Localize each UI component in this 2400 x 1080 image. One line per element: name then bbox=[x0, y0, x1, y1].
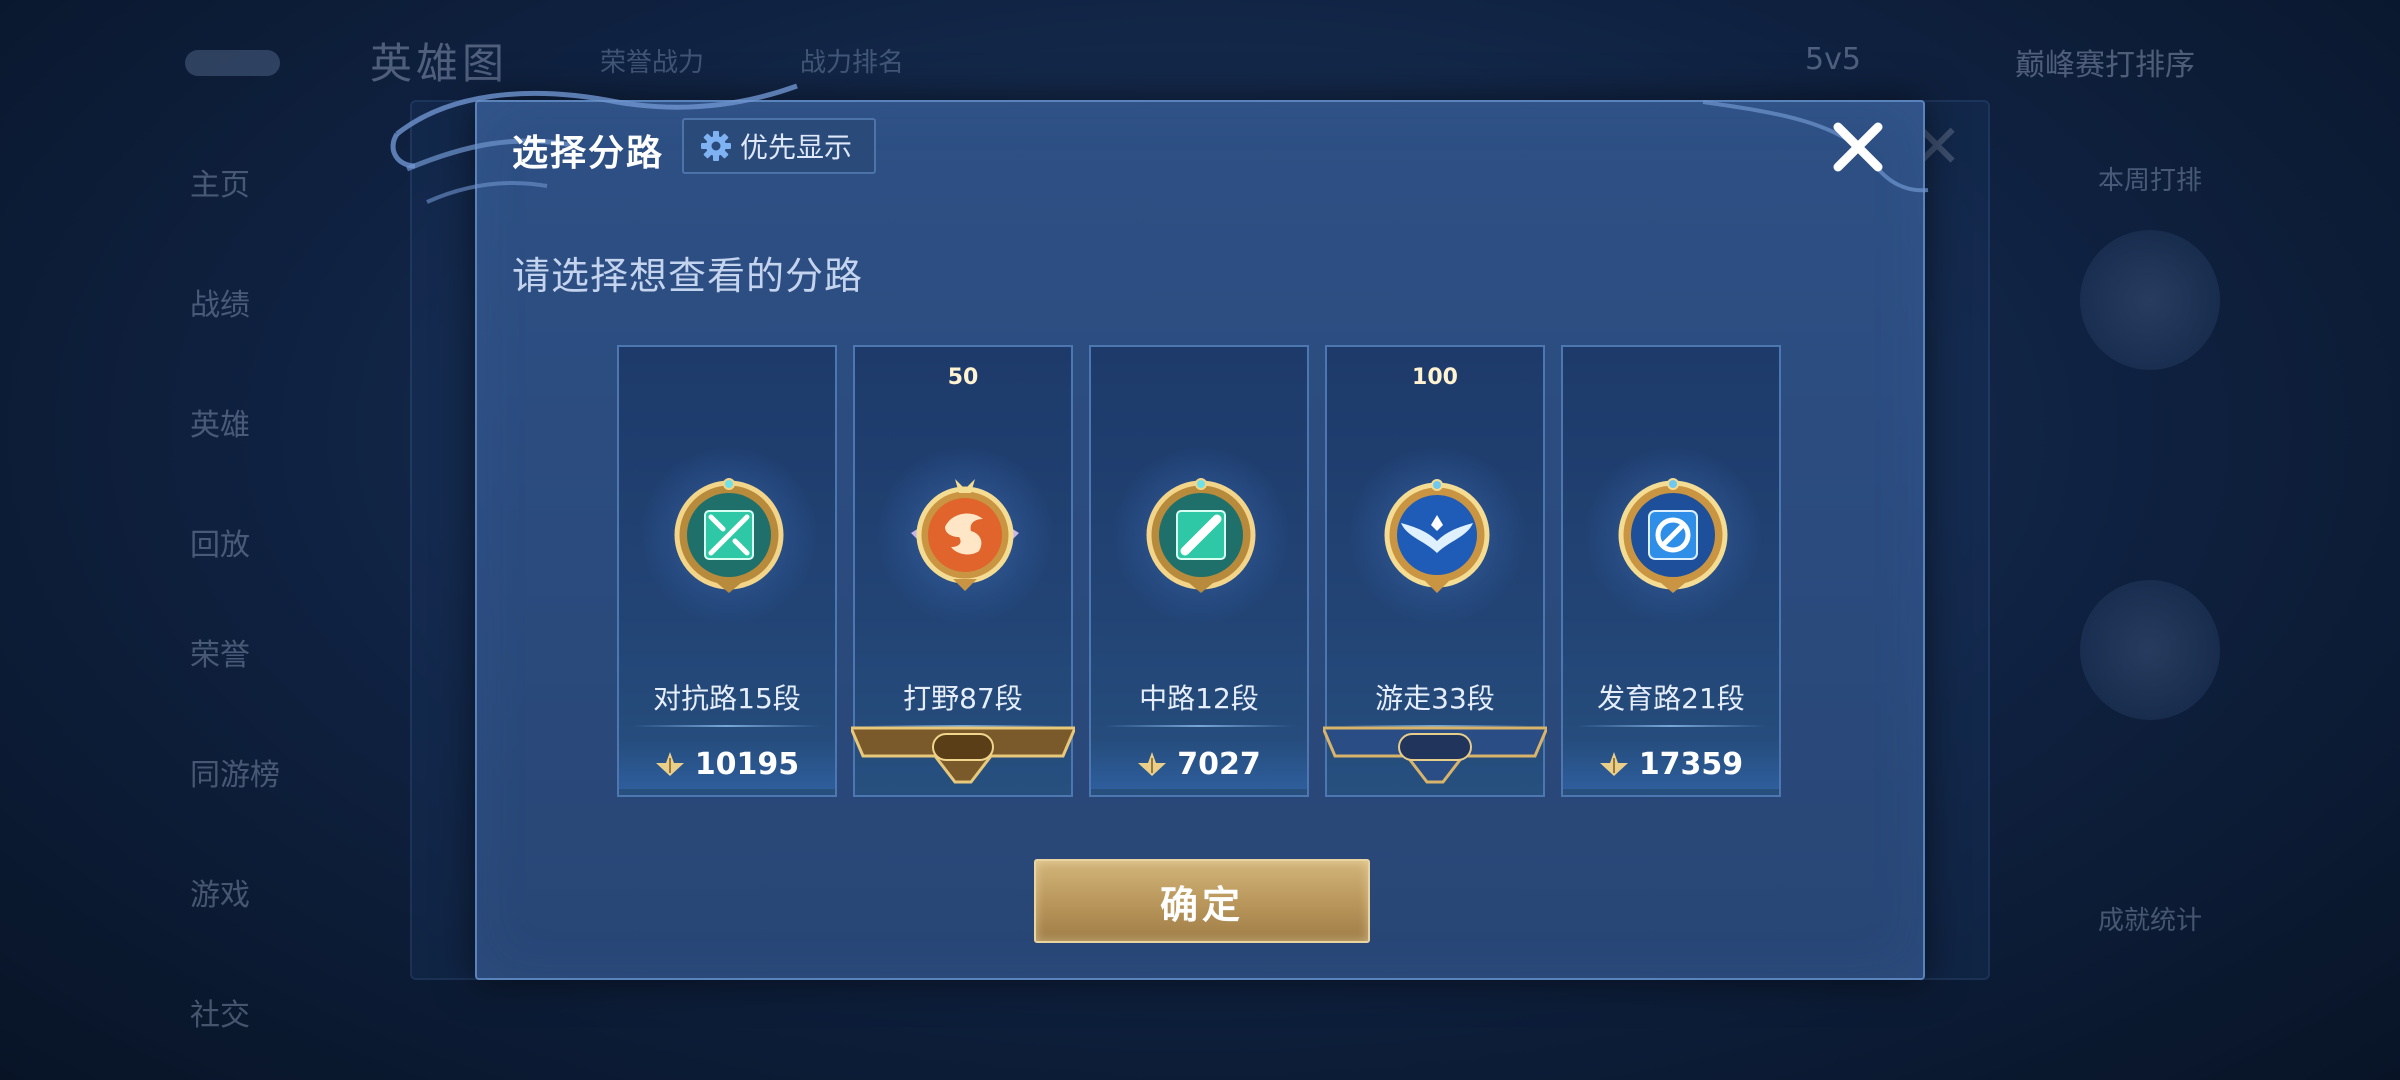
lane-card-jungle[interactable]: 打野87段 50 bbox=[851, 345, 1075, 797]
farm-lane-emblem-icon bbox=[1618, 478, 1728, 593]
blue-rank-banner bbox=[1323, 726, 1547, 784]
rank-banner-value: 100 bbox=[1412, 365, 1458, 390]
lane-score: 17359 bbox=[1563, 739, 1779, 789]
confirm-button[interactable]: 确定 bbox=[1034, 859, 1370, 943]
lane-name: 打野87段 bbox=[903, 682, 1023, 715]
background-region: 巅峰赛打排序 bbox=[2015, 48, 2195, 83]
lane-card-roam[interactable]: 游走33段 100 bbox=[1323, 345, 1547, 797]
background-sidebar-item: 荣誉 bbox=[190, 638, 250, 673]
lane-card-mid[interactable]: 中路12段 7027 bbox=[1089, 345, 1309, 797]
background-sidebar-item: 战绩 bbox=[190, 288, 250, 323]
mid-lane-emblem-icon bbox=[1146, 478, 1256, 593]
priority-display-button[interactable]: 优先显示 bbox=[682, 118, 877, 174]
background-medal-icon bbox=[2080, 580, 2220, 720]
background-medal-icon bbox=[2080, 230, 2220, 370]
roam-wings-emblem-icon bbox=[1384, 479, 1490, 593]
background-sidebar-item: 主页 bbox=[190, 168, 250, 203]
lane-divider bbox=[1105, 725, 1293, 727]
close-button[interactable] bbox=[1823, 112, 1893, 182]
background-sidebar-item: 同游榜 bbox=[190, 758, 280, 793]
lane-score-value: 7027 bbox=[1177, 746, 1261, 782]
lane-name: 中路12段 bbox=[1139, 682, 1259, 715]
background-right-label: 成就统计 bbox=[2097, 906, 2202, 936]
lane-name: 游走33段 bbox=[1375, 682, 1495, 715]
lane-divider bbox=[633, 725, 821, 727]
close-icon bbox=[1833, 122, 1883, 172]
background-right-label: 本周打排 bbox=[2097, 166, 2202, 196]
power-score-icon bbox=[1599, 752, 1628, 776]
power-score-icon bbox=[1138, 752, 1167, 776]
lane-score: 10195 bbox=[619, 739, 835, 789]
lane-card-clash[interactable]: 对抗路15段 10195 bbox=[617, 345, 837, 797]
clash-lane-emblem-icon bbox=[674, 478, 784, 593]
background-right-column: 本周打排 成就统计 bbox=[2020, 140, 2280, 1020]
back-pill bbox=[185, 50, 280, 76]
priority-display-label: 优先显示 bbox=[740, 131, 853, 164]
background-sidebar-item: 游戏 bbox=[190, 878, 250, 913]
background-sidebar-item: 社交 bbox=[190, 998, 250, 1033]
background-sidebar-item: 英雄 bbox=[190, 408, 250, 443]
background-sidebar-item: 回放 bbox=[190, 528, 250, 563]
lane-score: 7027 bbox=[1091, 739, 1307, 789]
power-score-icon bbox=[655, 752, 684, 776]
cloud-swirl-decoration bbox=[1702, 100, 1929, 193]
lane-score-value: 10195 bbox=[694, 746, 800, 782]
lane-card-farm[interactable]: 发育路21段 17359 bbox=[1561, 345, 1781, 797]
gear-icon bbox=[701, 131, 731, 161]
gold-rank-banner bbox=[851, 726, 1075, 784]
background-chip-2: 战力排名 bbox=[800, 48, 905, 78]
lane-select-dialog: 选择分路 优先显示 请选择想查看的分路 对抗路15段 10195 打野87段 5… bbox=[390, 83, 1929, 980]
lane-name: 发育路21段 bbox=[1597, 682, 1745, 715]
background-mode: 5v5 bbox=[1805, 42, 1861, 77]
lane-score-value: 17359 bbox=[1638, 746, 1744, 782]
lane-card-list: 对抗路15段 10195 打野87段 50 中路12段 7027 游走33段 1… bbox=[617, 345, 1781, 800]
dialog-subtitle: 请选择想查看的分路 bbox=[512, 254, 864, 298]
jungle-dragon-emblem-icon bbox=[911, 479, 1019, 591]
background-sidebar: 主页 战绩 英雄 回放 荣誉 同游榜 游戏 社交 bbox=[0, 130, 360, 1080]
rank-banner-value: 50 bbox=[947, 365, 979, 390]
lane-name: 对抗路15段 bbox=[653, 682, 801, 715]
lane-divider bbox=[1577, 725, 1765, 727]
dialog-title: 选择分路 bbox=[512, 133, 665, 174]
